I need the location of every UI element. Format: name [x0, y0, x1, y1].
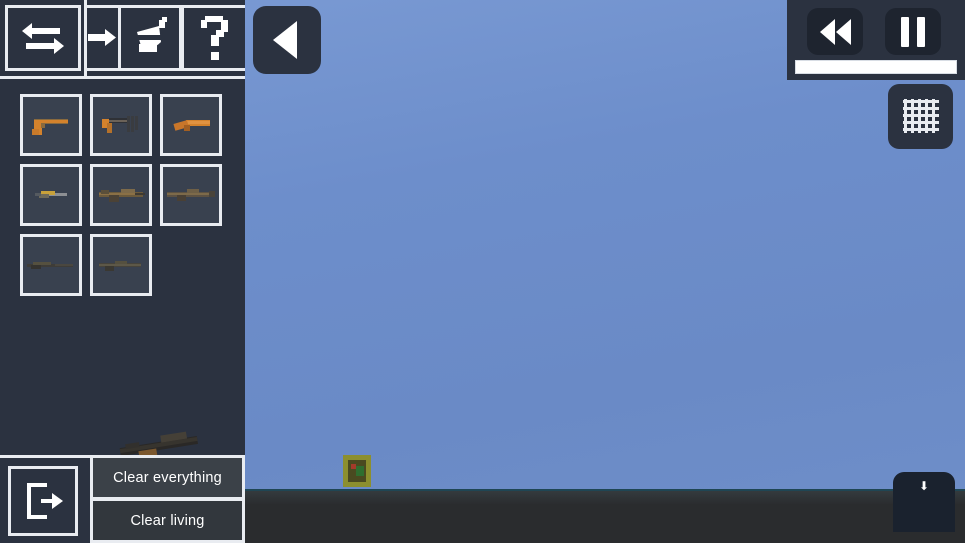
pistol-sprite — [32, 119, 68, 135]
download-icon: ⬇ — [918, 479, 930, 493]
grid-toggle-button[interactable] — [888, 84, 953, 149]
spawned-entity[interactable] — [340, 455, 374, 489]
paint-tool-button[interactable] — [118, 5, 182, 71]
submachine-gun-sprite — [35, 191, 67, 198]
swap-arrows-icon — [22, 23, 64, 54]
clear-living-button[interactable]: Clear living — [93, 501, 242, 540]
triangle-left-icon — [273, 21, 297, 59]
clear-actions-panel: Clear everything Clear living — [90, 455, 245, 543]
marksman-rifle-sprite — [99, 261, 141, 271]
inventory-slot-marksman-rifle[interactable] — [90, 234, 152, 296]
inventory-slot-submachine-gun[interactable] — [20, 164, 82, 226]
swap-tool-button[interactable] — [5, 5, 81, 71]
download-button[interactable]: ⬇ — [893, 472, 955, 532]
weapon-menu-sidebar: Clear everything Clear living — [0, 0, 245, 543]
collapse-menu-button[interactable] — [253, 6, 321, 74]
question-mark-icon — [200, 16, 228, 60]
toolbar-divider — [0, 76, 245, 79]
transport-controls — [787, 0, 965, 80]
arrow-right-icon — [87, 29, 116, 46]
pause-button[interactable] — [885, 8, 941, 55]
clear-living-label: Clear living — [130, 512, 205, 529]
entity-accent-green — [356, 466, 364, 476]
assault-rifle-sprite — [99, 189, 145, 202]
rewind-icon — [819, 18, 835, 45]
time-speed-bar[interactable] — [795, 60, 957, 74]
grid-icon — [902, 98, 939, 133]
game-screen: ⬇ Clear everything Clear living — [0, 0, 965, 543]
inventory-slot-sniper-rifle[interactable] — [20, 234, 82, 296]
arrow-tool-button[interactable] — [86, 5, 122, 71]
sniper-rifle-sprite — [27, 262, 73, 269]
sawed-off-shotgun-sprite — [173, 120, 210, 131]
sidebar-toolbar — [0, 0, 245, 79]
inventory-slot-assault-rifle[interactable] — [90, 164, 152, 226]
help-tool-button[interactable] — [181, 5, 245, 71]
inventory-slot-battle-rifle[interactable] — [160, 164, 222, 226]
rewind-button[interactable] — [807, 8, 863, 55]
battle-rifle-sprite — [167, 189, 215, 201]
exit-door-icon — [27, 483, 63, 519]
machine-pistol-sprite — [102, 116, 138, 133]
paint-bucket-icon — [136, 17, 167, 52]
toolbar-divider-vertical — [84, 0, 87, 76]
inventory-slot-machine-pistol[interactable] — [90, 94, 152, 156]
exit-button[interactable] — [8, 466, 78, 536]
inventory-slot-sawed-off-shotgun[interactable] — [160, 94, 222, 156]
pause-icon-bar-left — [901, 16, 909, 47]
rewind-icon-second — [835, 18, 851, 45]
clear-everything-button[interactable]: Clear everything — [93, 458, 242, 497]
inventory-slot-pistol[interactable] — [20, 94, 82, 156]
pause-icon-bar-right — [917, 16, 925, 47]
clear-everything-label: Clear everything — [113, 469, 222, 486]
